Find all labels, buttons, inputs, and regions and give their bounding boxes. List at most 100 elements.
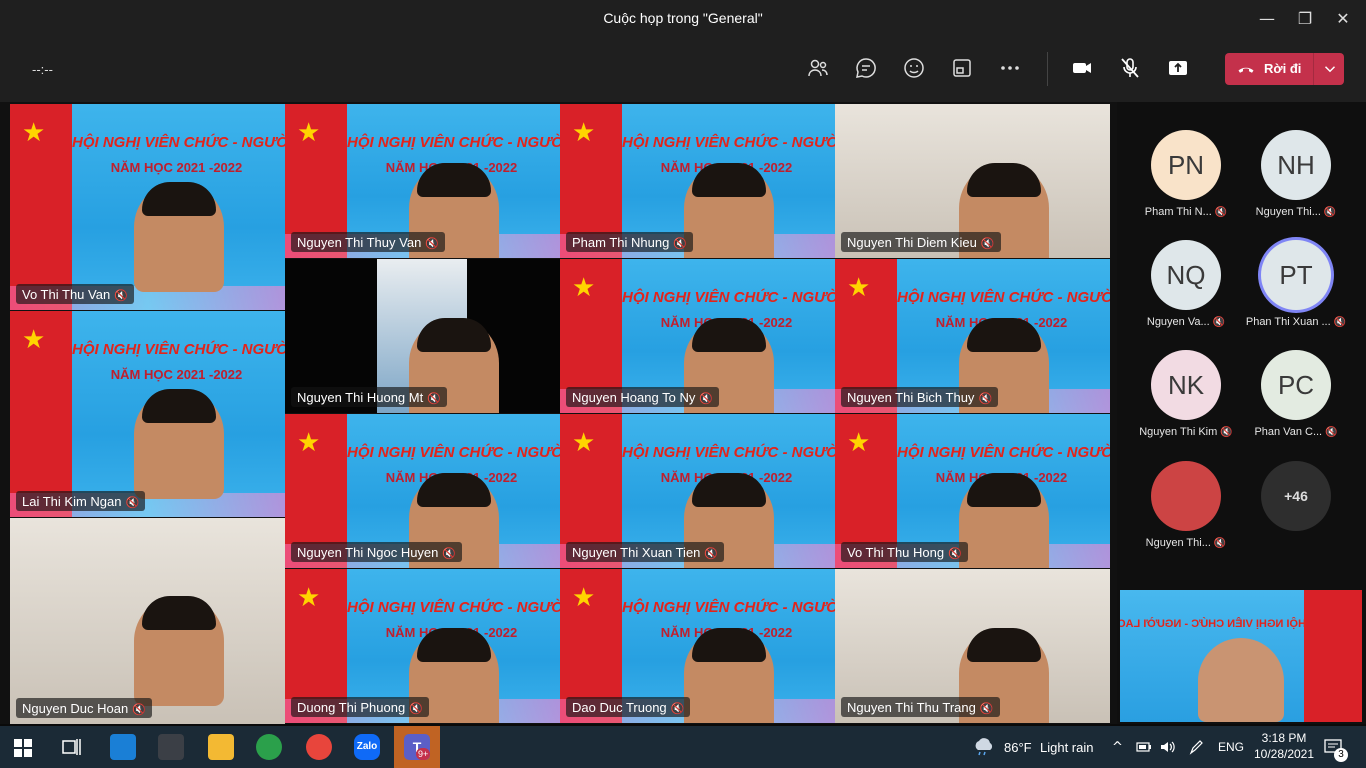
participant-card[interactable]: Nguyen Thi... 🔇 xyxy=(1131,461,1241,571)
weather-text[interactable]: Light rain xyxy=(1040,740,1093,755)
minimize-button[interactable]: — xyxy=(1251,6,1283,32)
participant-hair xyxy=(967,318,1041,352)
clock-date: 10/28/2021 xyxy=(1253,747,1315,761)
store-icon[interactable] xyxy=(158,734,184,760)
chevron-down-icon[interactable] xyxy=(1321,60,1339,78)
participant-hair xyxy=(692,318,766,352)
participant-figure xyxy=(684,163,774,258)
battery-icon[interactable] xyxy=(1136,741,1152,753)
mic-off-icon xyxy=(1121,58,1139,78)
participant-nameplate: Vo Thi Thu Hong 🔇 xyxy=(841,542,968,562)
weather-temp: 86°F xyxy=(1004,740,1032,755)
video-tile[interactable]: ★HỘI NGHỊ VIÊN CHỨC - NGƯỜI LAO ĐỘNGNĂM … xyxy=(10,311,285,517)
video-tile[interactable]: ★HỘI NGHỊ VIÊN CHỨC - NGƯỜI LAO ĐỘNGNĂM … xyxy=(835,259,1110,413)
avatar-initials: NH xyxy=(1277,150,1315,180)
self-view-heading: HỘI NGHỊ VIÊN CHỨC - NGƯỜI LAO ĐỘNG xyxy=(1120,618,1306,630)
participant-figure xyxy=(134,182,224,292)
mail-icon[interactable] xyxy=(110,734,136,760)
mic-muted-icon: 🔇 xyxy=(673,237,688,250)
star-icon: ★ xyxy=(572,273,596,303)
video-tile[interactable]: Nguyen Duc Hoan 🔇 xyxy=(10,518,285,724)
pen-icon[interactable] xyxy=(1188,740,1204,756)
windows-start-icon[interactable] xyxy=(14,739,32,757)
video-tile[interactable]: ★ HỘI NGHỊ VIÊN CHỨC - NGƯỜI LAO ĐỘNG NĂM … xyxy=(10,104,285,310)
participant-nameplate: Nguyen Hoang To Ny 🔇 xyxy=(566,387,720,407)
maximize-button[interactable]: ❐ xyxy=(1289,6,1321,32)
avatar: PT xyxy=(1261,240,1331,310)
participant-card-name: Pham Thi N... 🔇 xyxy=(1131,206,1241,218)
participant-nameplate: Lai Thi Kim Ngan 🔇 xyxy=(16,491,146,511)
mic-muted-icon: 🔇 xyxy=(1323,207,1337,218)
participant-hair xyxy=(692,628,766,662)
avatar: NK xyxy=(1151,350,1221,420)
video-tile[interactable]: ★HỘI NGHỊ VIÊN CHỨC - NGƯỜI LAO ĐỘNGNĂM … xyxy=(560,104,835,258)
video-tile[interactable]: ★HỘI NGHỊ VIÊN CHỨC - NGƯỜI LAO ĐỘNGNĂM … xyxy=(835,414,1110,568)
star-icon: ★ xyxy=(22,118,46,148)
participant-card[interactable]: NK Nguyen Thi Kim 🔇 xyxy=(1131,350,1241,460)
participant-hair xyxy=(417,318,491,352)
video-tile[interactable]: Nguyen Thi Huong Mt 🔇 xyxy=(285,259,560,413)
slide-heading: HỘI NGHỊ VIÊN CHỨC - NGƯỜI LAO ĐỘNG xyxy=(72,134,285,151)
participant-nameplate: Dao Duc Truong 🔇 xyxy=(566,697,691,717)
participant-name: Vo Thi Thu Van xyxy=(22,287,111,302)
rooms-button[interactable] xyxy=(950,56,978,84)
participant-card-label: Phan Thi Xuan ... xyxy=(1245,316,1331,328)
chevron-up-icon[interactable]: ^ xyxy=(1112,740,1123,755)
system-clock[interactable]: 3:18 PM 10/28/2021 xyxy=(1248,730,1320,762)
volume-icon[interactable] xyxy=(1160,740,1176,754)
video-tile[interactable]: ★HỘI NGHỊ VIÊN CHỨC - NGƯỜI LAO ĐỘNGNĂM … xyxy=(285,569,560,723)
self-view-video[interactable]: HỘI NGHỊ VIÊN CHỨC - NGƯỜI LAO ĐỘNG xyxy=(1120,590,1362,722)
more-actions-button[interactable] xyxy=(998,56,1026,84)
video-tile[interactable]: ★HỘI NGHỊ VIÊN CHỨC - NGƯỜI LAO ĐỘNGNĂM … xyxy=(560,259,835,413)
participant-card[interactable]: PN Pham Thi N... 🔇 xyxy=(1131,130,1241,240)
meeting-timer: --:-- xyxy=(32,62,53,77)
slide-year: NĂM HỌC 2021 -2022 xyxy=(110,160,243,175)
participant-hair xyxy=(142,596,216,630)
participant-card[interactable]: NQ Nguyen Va... 🔇 xyxy=(1131,240,1241,350)
mic-muted-icon: 🔇 xyxy=(670,702,685,715)
participant-card[interactable]: PT Phan Thi Xuan ... 🔇 xyxy=(1241,240,1351,350)
language-indicator[interactable]: ENG xyxy=(1218,740,1244,754)
participant-name: Duong Thi Phuong xyxy=(297,700,406,715)
star-icon: ★ xyxy=(847,273,871,303)
mic-muted-icon: 🔇 xyxy=(409,702,423,715)
participant-card-name: Nguyen Thi... 🔇 xyxy=(1241,206,1351,218)
video-tile[interactable]: Nguyen Thi Thu Trang 🔇 xyxy=(835,569,1110,723)
video-tile[interactable]: ★HỘI NGHỊ VIÊN CHỨC - NGƯỜI LAO ĐỘNGNĂM … xyxy=(560,569,835,723)
star-icon: ★ xyxy=(572,428,596,458)
share-button[interactable] xyxy=(1166,56,1194,84)
participant-hair xyxy=(417,163,491,197)
video-tile[interactable]: Nguyen Thi Diem Kieu 🔇 xyxy=(835,104,1110,258)
zalo-icon[interactable]: Zalo xyxy=(354,734,380,760)
participant-card[interactable]: NH Nguyen Thi... 🔇 xyxy=(1241,130,1351,240)
teams-taskbar-button[interactable]: T 9+ xyxy=(394,726,440,768)
participant-card[interactable]: PC Phan Van C... 🔇 xyxy=(1241,350,1351,460)
camera-icon xyxy=(1073,63,1091,73)
participants-button[interactable] xyxy=(806,56,834,84)
video-tile[interactable]: ★HỘI NGHỊ VIÊN CHỨC - NGƯỜI LAO ĐỘNGNĂM … xyxy=(560,414,835,568)
coccoc-browser-icon[interactable] xyxy=(256,734,282,760)
notification-count: 3 xyxy=(1334,748,1348,762)
weather-rain-icon[interactable] xyxy=(972,738,996,756)
leave-button[interactable]: Rời đi xyxy=(1225,53,1344,85)
video-tile[interactable]: ★HỘI NGHỊ VIÊN CHỨC - NGƯỜI LAO ĐỘNGNĂM … xyxy=(285,414,560,568)
task-view-icon[interactable] xyxy=(62,738,82,756)
participant-figure xyxy=(134,596,224,706)
avatar: PC xyxy=(1261,350,1331,420)
star-icon: ★ xyxy=(297,118,321,148)
participant-nameplate: Vo Thi Thu Van 🔇 xyxy=(16,284,134,304)
chat-button[interactable] xyxy=(854,56,882,84)
mic-button[interactable] xyxy=(1118,56,1146,84)
people-icon xyxy=(808,59,828,77)
video-tile[interactable]: ★HỘI NGHỊ VIÊN CHỨC - NGƯỜI LAO ĐỘNGNĂM … xyxy=(285,104,560,258)
participant-card-label: Pham Thi N... xyxy=(1144,206,1212,218)
file-explorer-icon[interactable] xyxy=(208,734,234,760)
close-button[interactable]: ✕ xyxy=(1327,6,1359,32)
ellipsis-icon xyxy=(1001,66,1019,70)
mic-muted-icon: 🔇 xyxy=(978,392,993,405)
camera-button[interactable] xyxy=(1070,56,1098,84)
more-participants-button[interactable]: +46 xyxy=(1261,461,1331,531)
reactions-button[interactable] xyxy=(902,56,930,84)
chrome-icon[interactable] xyxy=(306,734,332,760)
star-icon: ★ xyxy=(572,118,596,148)
